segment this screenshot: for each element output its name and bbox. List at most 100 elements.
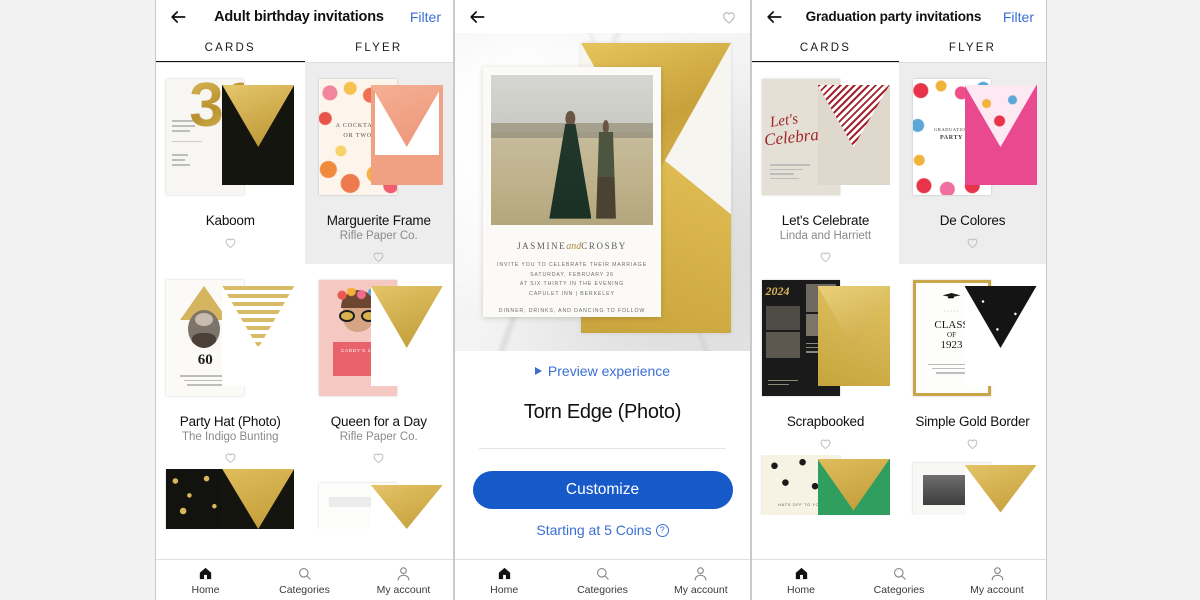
- nav-label: Categories: [873, 583, 925, 596]
- left-bottom-nav: Home Categories My account: [156, 559, 453, 600]
- filter-button[interactable]: Filter: [410, 9, 441, 25]
- back-arrow-icon[interactable]: [764, 7, 784, 27]
- card-designer: Linda and Harriett: [779, 230, 872, 242]
- play-icon: [534, 367, 542, 375]
- nav-home[interactable]: Home: [156, 565, 255, 596]
- back-arrow-icon[interactable]: [168, 7, 188, 27]
- favorite-button[interactable]: [305, 450, 454, 465]
- right-card-grid: Let's Celebrate Let's Celebrate Linda an…: [752, 63, 1046, 559]
- card-title: Scrapbooked: [786, 414, 865, 429]
- card-tile-scrapbooked[interactable]: 2024 Scrapbooked: [752, 264, 899, 451]
- customize-button[interactable]: Customize: [472, 471, 733, 509]
- page-background-left: [0, 0, 155, 600]
- nav-label: Categories: [577, 583, 628, 596]
- card-tile-kaboom[interactable]: 30 Kaboom: [156, 63, 305, 264]
- card-title: Queen for a Day: [330, 414, 427, 429]
- favorite-button[interactable]: [305, 249, 454, 264]
- envelope-art: [370, 85, 443, 185]
- nav-home[interactable]: Home: [455, 565, 553, 596]
- preview-experience-link[interactable]: Preview experience: [455, 363, 750, 379]
- heart-icon[interactable]: [965, 436, 980, 451]
- heart-icon[interactable]: [818, 249, 833, 264]
- invitation-preview[interactable]: JASMINEandCROSBY INVITE YOU TO CELEBRATE…: [455, 33, 750, 351]
- card-tile-lets-celebrate[interactable]: Let's Celebrate Let's Celebrate Linda an…: [752, 63, 899, 264]
- heart-icon[interactable]: [371, 450, 386, 465]
- person-icon: [694, 566, 707, 580]
- envelope-art: [964, 286, 1037, 386]
- card-title: Simple Gold Border: [915, 414, 1030, 429]
- help-icon[interactable]: ?: [655, 523, 669, 537]
- favorite-heart-icon[interactable]: [720, 8, 738, 26]
- panel-product-detail: JASMINEandCROSBY INVITE YOU TO CELEBRATE…: [454, 0, 751, 600]
- card-thumbnail: [899, 455, 1046, 515]
- card-tile-simple-gold-border[interactable]: ▰ ▫ ▫ ▫ ▫ ▫ CLASS OF 1923: [899, 264, 1046, 451]
- tab-cards[interactable]: CARDS: [752, 33, 899, 63]
- card-thumbnail: ▰ ▫ ▫ ▫ ▫ ▫ CLASS OF 1923: [899, 268, 1046, 408]
- card-thumbnail: [305, 469, 454, 529]
- envelope-art: [964, 465, 1037, 515]
- heart-icon[interactable]: [223, 235, 238, 250]
- heart-icon[interactable]: [223, 450, 238, 465]
- favorite-button[interactable]: [752, 249, 899, 264]
- nav-my-account[interactable]: My account: [652, 565, 750, 596]
- card-tile-party-hat[interactable]: 60 Party Hat (Photo) The Indigo Bunting: [156, 264, 305, 465]
- card-thumbnail: 60: [156, 268, 305, 408]
- favorite-button[interactable]: [156, 235, 305, 250]
- nav-label: Home: [786, 583, 815, 596]
- favorite-button[interactable]: [899, 436, 1046, 451]
- envelope-art: [817, 286, 890, 386]
- card-tile-partial-grad-caps[interactable]: HATS OFF TO YOU: [752, 451, 899, 515]
- nav-label: My account: [673, 583, 728, 596]
- heart-icon[interactable]: [818, 436, 833, 451]
- envelope-art: [370, 485, 443, 529]
- panel-adult-birthday: Adult birthday invitations Filter CARDS …: [155, 0, 454, 600]
- card-tile-partial-photo[interactable]: [899, 451, 1046, 515]
- favorite-button[interactable]: [156, 450, 305, 465]
- favorite-button[interactable]: [752, 436, 899, 451]
- nav-my-account[interactable]: My account: [354, 565, 453, 596]
- back-arrow-icon[interactable]: [467, 7, 487, 27]
- card-thumbnail: 30: [156, 67, 305, 207]
- envelope-art: [222, 85, 295, 185]
- card-tile-de-colores[interactable]: GRADUATION PARTY De Colores: [899, 63, 1046, 264]
- heart-icon[interactable]: [371, 249, 386, 264]
- tab-flyer[interactable]: FLYER: [305, 33, 454, 63]
- card-thumbnail: CADDY'S 26: [305, 268, 454, 408]
- nav-label: Categories: [279, 583, 330, 596]
- favorite-button[interactable]: [899, 235, 1046, 250]
- envelope-art: [817, 459, 890, 515]
- nav-home[interactable]: Home: [752, 565, 850, 596]
- card-tile-partial-confetti[interactable]: [156, 465, 305, 529]
- price-info[interactable]: Starting at 5 Coins ?: [455, 522, 750, 538]
- card-title: Let's Celebrate: [781, 213, 870, 228]
- name-first: JASMINE: [517, 240, 567, 251]
- envelope-art: [222, 286, 295, 386]
- envelope-art: [964, 85, 1037, 185]
- tab-cards[interactable]: CARDS: [156, 33, 305, 63]
- nav-categories[interactable]: Categories: [255, 565, 354, 596]
- nav-categories[interactable]: Categories: [553, 565, 651, 596]
- nav-label: Home: [490, 583, 519, 596]
- card-title: Marguerite Frame: [326, 213, 431, 228]
- card-designer: The Indigo Bunting: [181, 431, 279, 443]
- invitation-line: SATURDAY, FEBRUARY 26: [530, 271, 614, 278]
- couple-photo: [491, 75, 653, 225]
- search-icon: [298, 567, 311, 580]
- person-icon: [991, 566, 1003, 580]
- heart-icon[interactable]: [965, 235, 980, 250]
- right-topbar: Graduation party invitations Filter: [752, 0, 1046, 33]
- invitation-footer: DINNER, DRINKS, AND DANCING TO FOLLOW: [498, 308, 646, 315]
- card-tile-partial-white[interactable]: [305, 465, 454, 529]
- left-tabs: CARDS FLYER: [156, 33, 453, 63]
- search-icon: [893, 567, 906, 580]
- tab-flyer[interactable]: FLYER: [899, 33, 1046, 63]
- card-title: Party Hat (Photo): [179, 414, 281, 429]
- price-label: Starting at 5 Coins: [536, 522, 652, 538]
- nav-my-account[interactable]: My account: [948, 565, 1046, 596]
- photo-figure-left: [549, 110, 592, 219]
- card-tile-queen-for-a-day[interactable]: CADDY'S 26 Queen for a Day Rifle Paper C…: [305, 264, 454, 465]
- card-tile-marguerite-frame[interactable]: A COCKTAIL OR TWO Marguerite Frame Rifle…: [304, 63, 454, 264]
- filter-button[interactable]: Filter: [1003, 9, 1034, 25]
- screenshot-stage: Adult birthday invitations Filter CARDS …: [0, 0, 1200, 600]
- nav-categories[interactable]: Categories: [850, 565, 948, 596]
